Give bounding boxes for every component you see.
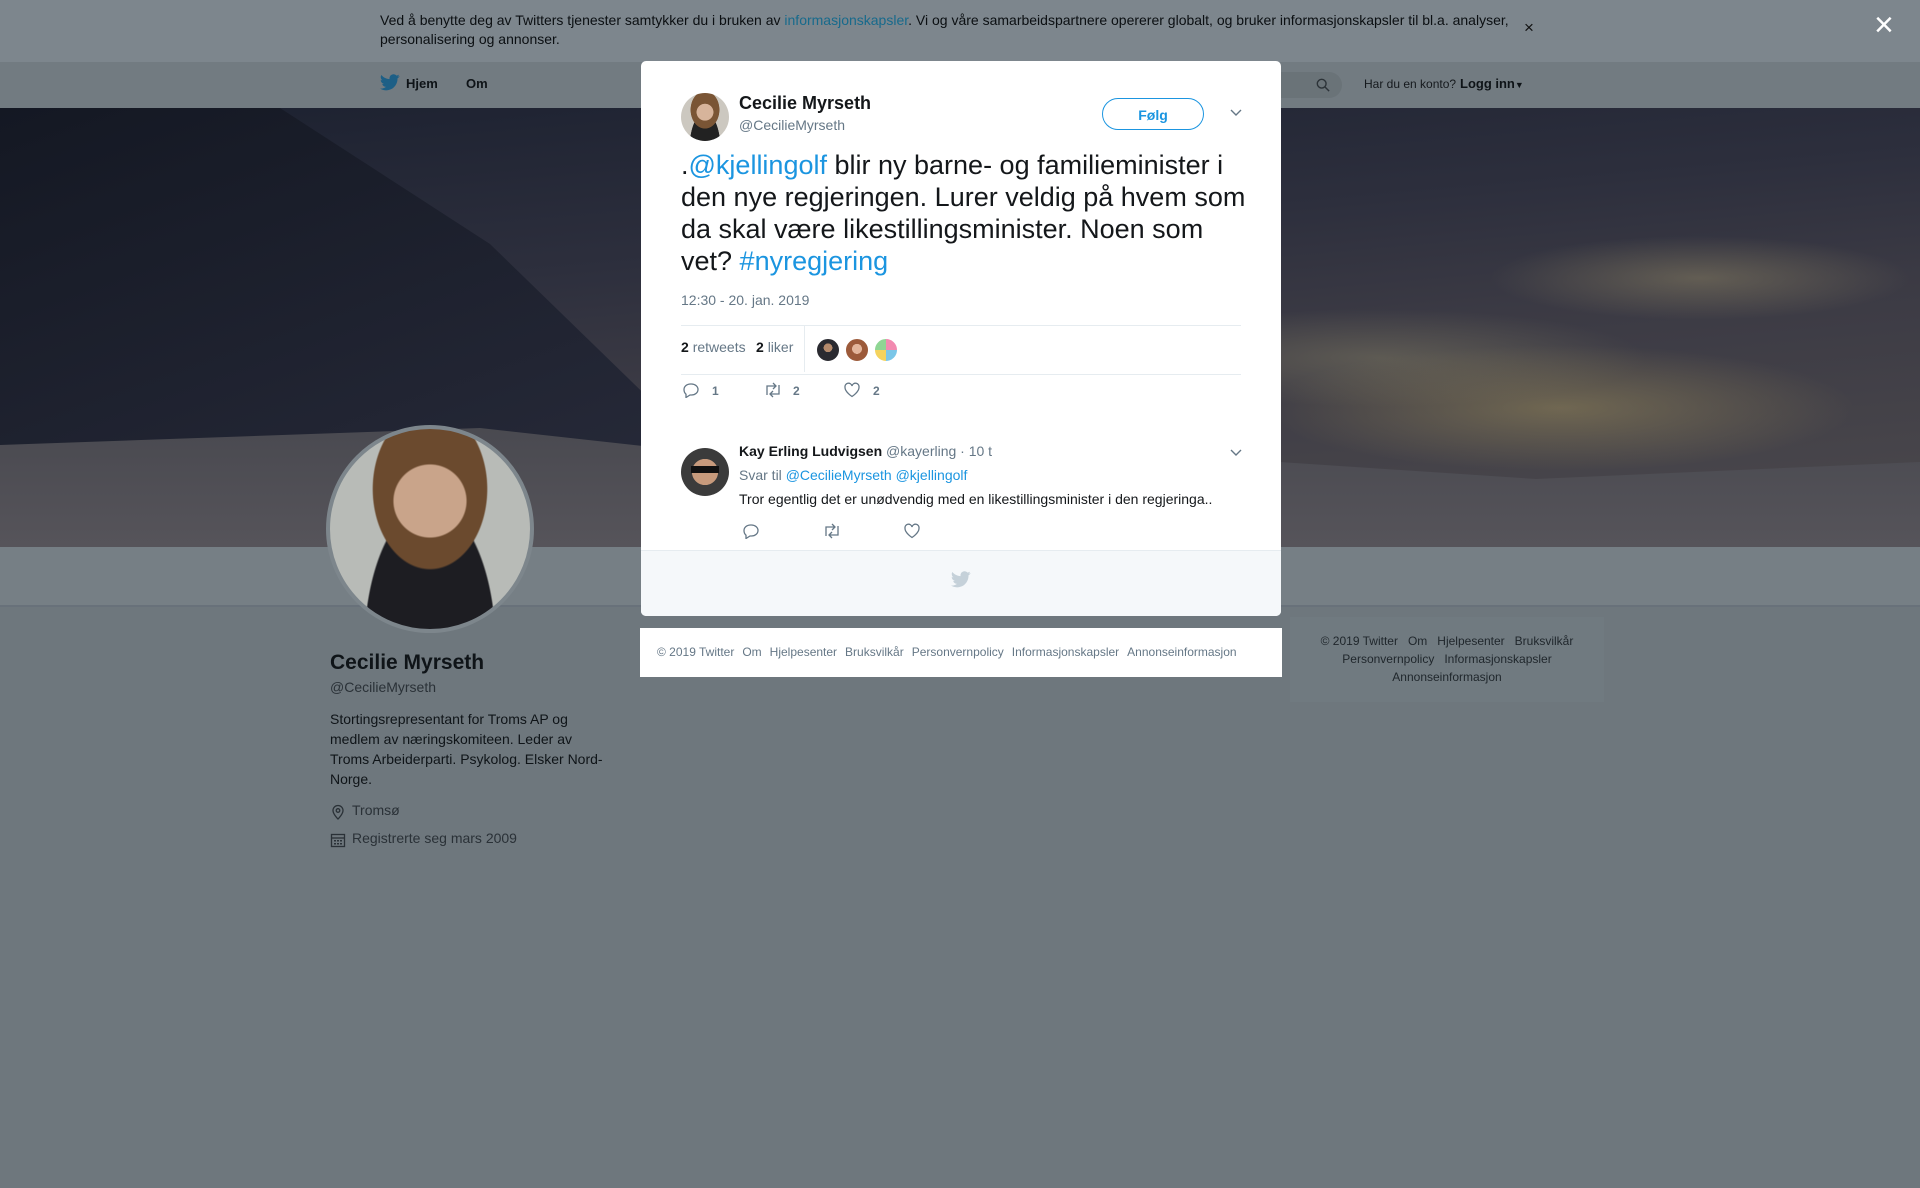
tweet-permalink-modal: Cecilie Myrseth @CecilieMyrseth Følg .@k… <box>641 61 1281 616</box>
reply-to-mention[interactable]: @kjellingolf <box>896 467 968 483</box>
like-count: 2 <box>873 384 880 398</box>
tweet-stats: 2 retweets 2 liker <box>681 325 1241 375</box>
retweets-stat-label: retweets <box>692 339 746 355</box>
reply-icon <box>683 383 699 398</box>
reply-author-name[interactable]: Kay Erling Ludvigsen <box>739 443 882 459</box>
modal-footer-link-about[interactable]: Om <box>742 645 761 659</box>
cookie-text-before: Ved å benytte deg av Twitters tjenester … <box>380 12 785 28</box>
twitter-bird-icon <box>951 571 971 588</box>
heart-icon <box>904 523 920 539</box>
retweet-icon <box>766 382 780 398</box>
liker-avatar[interactable] <box>874 338 898 362</box>
cookie-close-button[interactable]: × <box>1524 18 1534 38</box>
modal-footer-link-privacy[interactable]: Personvernpolicy <box>912 645 1004 659</box>
calendar-icon <box>330 833 346 848</box>
twitter-bird-icon <box>380 74 400 91</box>
follow-button[interactable]: Følg <box>1102 98 1204 130</box>
location-pin-icon <box>332 804 344 820</box>
modal-footer-links: © 2019 Twitter Om Hjelpesenter Bruksvilkår P… <box>640 628 1282 677</box>
footer-link-privacy[interactable]: Personvernpolicy <box>1342 652 1434 666</box>
modal-footer-link-help[interactable]: Hjelpesenter <box>770 645 837 659</box>
banner-mountain <box>0 108 700 448</box>
profile-avatar[interactable] <box>326 425 534 633</box>
tweet-mention-link[interactable]: @kjellingolf <box>689 150 827 180</box>
login-button[interactable]: Logg inn▼ <box>1460 76 1524 91</box>
reply-count: 1 <box>712 384 719 398</box>
profile-joined-text: Registrerte seg mars 2009 <box>352 830 517 846</box>
profile-bio: Stortingsrepresentant for Troms AP og me… <box>330 711 603 787</box>
reply-author-avatar[interactable] <box>681 448 729 496</box>
author-handle[interactable]: @CecilieMyrseth <box>739 117 845 133</box>
overlay-close-button[interactable]: × <box>1874 8 1894 42</box>
likes-stat-label: liker <box>767 339 794 355</box>
reply-icon <box>743 524 759 540</box>
sidebar-footer: © 2019 Twitter Om Hjelpesenter Bruksvilkår … <box>1290 617 1604 702</box>
login-label: Logg inn <box>1460 76 1515 91</box>
likes-stat[interactable]: 2 liker <box>756 339 793 355</box>
cookie-link[interactable]: informasjonskapsler <box>784 12 908 28</box>
footer-link-cookies[interactable]: Informasjonskapsler <box>1444 652 1551 666</box>
footer-link-help[interactable]: Hjelpesenter <box>1437 634 1504 648</box>
reply-author-handle[interactable]: @kayerling <box>886 443 956 459</box>
modal-footer-copyright: © 2019 Twitter <box>657 645 735 659</box>
reply-text: Tror egentlig det er unødvendig med en l… <box>739 491 1213 507</box>
footer-copyright: © 2019 Twitter <box>1320 634 1398 648</box>
profile-joined: Registrerte seg mars 2009 <box>330 830 517 848</box>
likes-stat-count: 2 <box>756 339 764 355</box>
author-avatar[interactable] <box>681 93 729 141</box>
footer-link-ads[interactable]: Annonseinformasjon <box>1392 670 1501 684</box>
retweets-stat[interactable]: 2 retweets <box>681 339 746 355</box>
reply-context: Svar til @CecilieMyrseth @kjellingolf <box>739 467 967 483</box>
reply-to-mention[interactable]: @CecilieMyrseth <box>786 467 892 483</box>
reply-to-label: Svar til <box>739 467 782 483</box>
retweet-icon <box>825 523 839 539</box>
modal-footer-link-terms[interactable]: Bruksvilkår <box>845 645 904 659</box>
retweets-stat-count: 2 <box>681 339 689 355</box>
stats-divider <box>804 326 805 372</box>
modal-footer <box>641 550 1281 616</box>
tweet-text: .@kjellingolf blir ny barne- og familiem… <box>681 149 1249 277</box>
author-name[interactable]: Cecilie Myrseth <box>739 93 871 114</box>
reply-like-button[interactable] <box>903 523 921 544</box>
nav-home-label: Hjem <box>406 76 438 91</box>
liker-avatar[interactable] <box>816 338 840 362</box>
footer-link-about[interactable]: Om <box>1408 634 1427 648</box>
account-question: Har du en konto? <box>1364 77 1457 91</box>
modal-footer-link-cookies[interactable]: Informasjonskapsler <box>1012 645 1119 659</box>
modal-footer-link-ads[interactable]: Annonseinformasjon <box>1127 645 1236 659</box>
cookie-banner: Ved å benytte deg av Twitters tjenester … <box>0 0 1920 62</box>
caret-down-icon: ▼ <box>1514 80 1524 90</box>
liker-avatar[interactable] <box>845 338 869 362</box>
nav-home-link[interactable]: Hjem <box>380 74 438 91</box>
tweet-timestamp[interactable]: 12:30 - 20. jan. 2019 <box>681 292 809 308</box>
chevron-down-icon[interactable] <box>1229 107 1243 117</box>
profile-location-text: Tromsø <box>352 802 400 818</box>
profile-name[interactable]: Cecilie Myrseth <box>330 651 484 675</box>
reply-reply-button[interactable] <box>742 523 760 544</box>
search-icon[interactable] <box>1316 78 1330 92</box>
profile-location: Tromsø <box>330 802 400 820</box>
reply-header: Kay Erling Ludvigsen @kayerling · 10 t <box>739 443 992 459</box>
tweet-hashtag-link[interactable]: #nyregjering <box>740 246 889 276</box>
nav-about-link[interactable]: Om <box>466 76 488 91</box>
heart-icon <box>844 382 860 398</box>
retweet-count: 2 <box>793 384 800 398</box>
chevron-down-icon[interactable] <box>1229 447 1243 457</box>
footer-link-terms[interactable]: Bruksvilkår <box>1515 634 1574 648</box>
cookie-banner-text: Ved å benytte deg av Twitters tjenester … <box>380 11 1520 49</box>
profile-handle[interactable]: @CecilieMyrseth <box>330 679 436 695</box>
reply-time[interactable]: · 10 t <box>960 443 992 459</box>
tweet-text-prefix: . <box>681 150 689 180</box>
reply-retweet-button[interactable] <box>822 523 842 544</box>
